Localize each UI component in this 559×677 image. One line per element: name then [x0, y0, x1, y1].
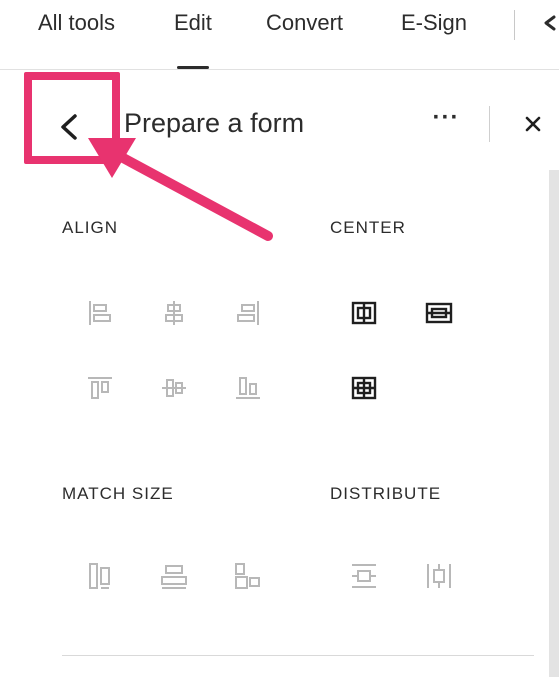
section-label-center: CENTER [330, 218, 406, 237]
close-button[interactable] [519, 110, 547, 138]
tab-edit[interactable]: Edit [174, 8, 212, 69]
header-divider [489, 106, 490, 142]
align-center-vertical-button[interactable] [154, 368, 194, 408]
distribute-vertical-button[interactable] [344, 556, 384, 596]
align-right-button[interactable] [228, 293, 268, 333]
nav-divider [514, 10, 515, 40]
match-width-icon [161, 565, 187, 589]
section-label-match-size: MATCH SIZE [62, 484, 174, 503]
close-icon [525, 116, 541, 132]
align-bottom-icon [236, 377, 260, 399]
panel-title: Prepare a form [124, 108, 305, 138]
align-right-icon [237, 301, 259, 325]
align-top-button[interactable] [80, 368, 120, 408]
section-label-distribute: DISTRIBUTE [330, 484, 442, 503]
section-label-align: ALIGN [62, 218, 119, 237]
align-center-vertical-icon [162, 379, 186, 397]
match-width-button[interactable] [154, 556, 194, 596]
nav-overflow-icon[interactable] [540, 8, 558, 44]
panel-header: Prepare a form ··· [0, 70, 559, 170]
more-horizontal-icon: ··· [432, 104, 460, 131]
center-horizontal-icon [351, 301, 377, 325]
distribute-horizontal-icon [427, 564, 451, 588]
match-height-icon [89, 563, 110, 589]
panel-divider [62, 655, 534, 656]
align-left-button[interactable] [80, 293, 120, 333]
chevron-left-icon [61, 114, 77, 140]
center-both-icon [351, 376, 377, 400]
align-top-icon [88, 377, 112, 399]
align-center-horizontal-icon [165, 301, 183, 325]
back-button[interactable] [52, 108, 92, 148]
match-both-icon [235, 563, 260, 589]
align-center-horizontal-button[interactable] [154, 293, 194, 333]
match-height-button[interactable] [80, 556, 120, 596]
center-vertical-button[interactable] [419, 293, 459, 333]
tab-all-tools[interactable]: All tools [38, 8, 115, 48]
center-vertical-icon [425, 302, 453, 324]
tab-convert[interactable]: Convert [266, 8, 343, 48]
panel-scrollbar[interactable] [549, 170, 559, 677]
match-both-button[interactable] [228, 556, 268, 596]
center-horizontal-button[interactable] [344, 293, 384, 333]
center-both-button[interactable] [344, 368, 384, 408]
top-navigation: All tools Edit Convert E-Sign [0, 0, 559, 70]
tab-e-sign[interactable]: E-Sign [401, 8, 467, 48]
distribute-vertical-icon [352, 564, 376, 588]
align-left-icon [89, 301, 111, 325]
distribute-horizontal-button[interactable] [419, 556, 459, 596]
more-options-button[interactable]: ··· [428, 104, 464, 140]
align-bottom-button[interactable] [228, 368, 268, 408]
